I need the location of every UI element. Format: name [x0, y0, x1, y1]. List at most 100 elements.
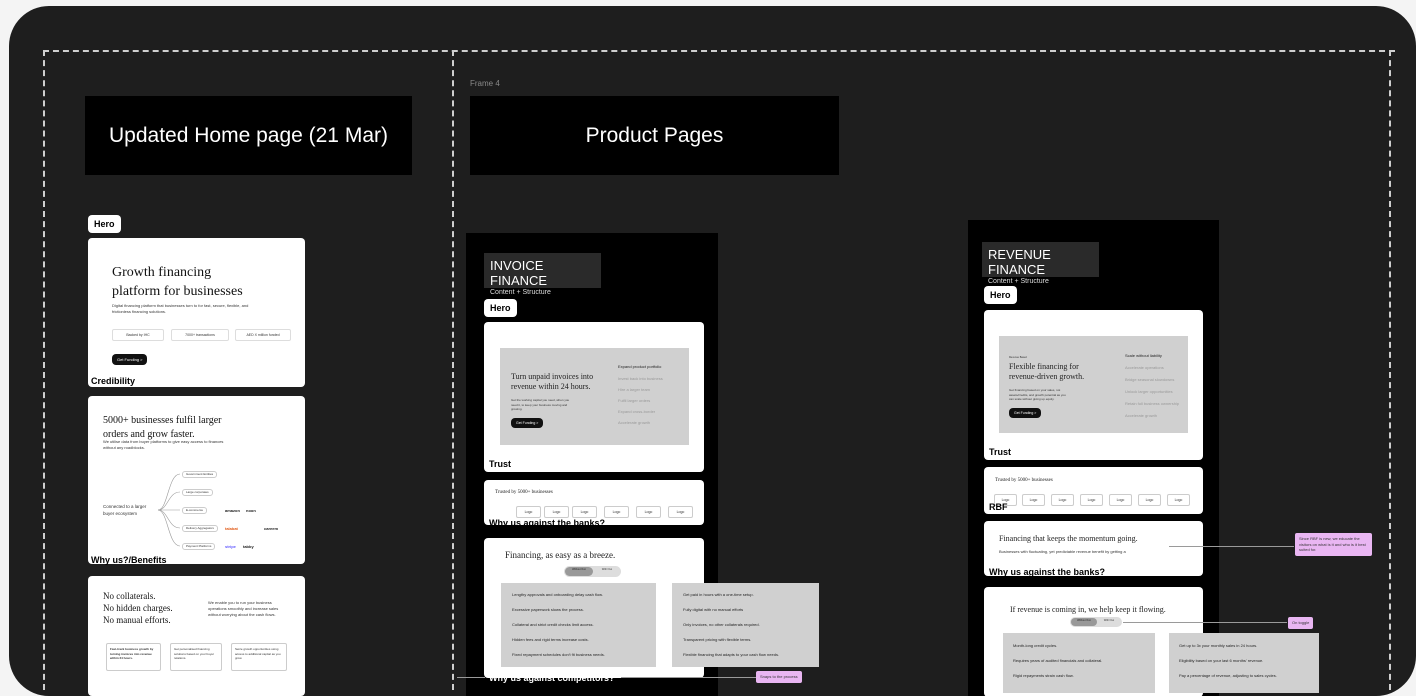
section-border-top [43, 50, 1395, 52]
momentum-heading: Financing that keeps the momentum going. [999, 534, 1138, 543]
home-why-card[interactable]: No collaterals. No hidden charges. No ma… [88, 576, 305, 696]
invoice-right-item: Fulfil larger orders [618, 398, 651, 403]
revenue-comparison-toggle[interactable]: Without Oxo With Oxo [1070, 617, 1122, 627]
toggle-option-with[interactable]: With Oxo [595, 567, 619, 571]
brand-logo: noon [246, 508, 256, 513]
invoice-hero-tag[interactable]: Hero [484, 299, 517, 317]
home-hero-cta-button[interactable]: Get Funding > [112, 354, 148, 365]
revenue-hero-heading: Flexible financing for revenue-driven gr… [1009, 362, 1085, 382]
product-title: Product Pages [585, 123, 724, 147]
revenue-cta-button[interactable]: Get Funding > [1009, 408, 1042, 418]
invoice-cta-button[interactable]: Get Funding > [511, 418, 544, 428]
design-canvas[interactable]: Updated Home page (21 Mar) Frame 4 Produ… [9, 6, 1416, 696]
toggle-option-with[interactable]: With Oxo [1098, 618, 1120, 622]
list-item: Month-long credit cycles. [1013, 643, 1058, 648]
momentum-sub: Businesses with fluctuating, yet predict… [999, 549, 1126, 554]
revenue-hero-mockup: Revenue Based Flexible financing for rev… [999, 336, 1188, 433]
brand-logo: careem [264, 526, 279, 531]
revenue-hero-tag[interactable]: Hero [984, 286, 1017, 304]
product-title-block[interactable]: Product Pages [470, 96, 839, 175]
logo-placeholder: Logo [1051, 494, 1074, 506]
revenue-subtitle: Content + Structure [988, 278, 1049, 285]
home-hero-sub: Digital financing platform that business… [112, 303, 249, 314]
why-sub: We enable you to run your business opera… [208, 600, 279, 617]
ecosystem-branch: Delivery Aggregators [182, 525, 218, 532]
ecosystem-label: Connected to a larger buyer ecosystem [103, 504, 147, 516]
invoice-right-item: Expand cross-border [618, 409, 656, 414]
why-line: No hidden charges. [103, 603, 173, 614]
brand-logo: amazon [225, 508, 240, 513]
invoice-hero-card[interactable]: Turn unpaid invoices into revenue within… [484, 322, 704, 472]
logo-placeholder: Logo [544, 506, 569, 518]
list-item: Transparent pricing with flexible terms. [683, 637, 752, 642]
brand-logo: tabby [243, 544, 254, 549]
invoice-right-item: Accelerate growth [618, 420, 651, 425]
why-line: No collaterals. [103, 591, 156, 601]
list-item: Get up to 3x your monthly sales in 24 ho… [1179, 643, 1258, 648]
why-box: Seize growth opportunities using access … [231, 643, 287, 671]
ecosystem-branch: E-commerce [182, 507, 208, 514]
revenue-trust-card[interactable]: Trusted by 5000+ businesses Logo Logo Lo… [984, 467, 1203, 514]
revenue-rbf-tag[interactable]: RBF [989, 502, 1008, 512]
toggle-note[interactable]: On toggle [1288, 617, 1314, 629]
list-item: Rigid repayments strain cash flow. [1013, 673, 1074, 678]
flow-heading: If revenue is coming in, we help keep it… [1010, 605, 1166, 614]
rbf-note[interactable]: Since RBF is new, we educate the visitor… [1295, 533, 1372, 556]
invoice-why-banks-tag[interactable]: Why us against the banks? [489, 518, 605, 528]
logo-placeholder: Logo [636, 506, 661, 518]
brand-logo: talabat [225, 526, 238, 531]
cred-sub: We utilise data from buyer platforms to … [103, 439, 224, 450]
home-hero-tag[interactable]: Hero [88, 215, 121, 233]
invoice-with-list: Get paid in hours with a one-time setup.… [672, 583, 819, 667]
toggle-option-without[interactable]: Without Oxo [1071, 618, 1097, 626]
ecosystem-branch: Government Entities [182, 471, 218, 478]
home-credibility-card[interactable]: 5000+ businesses fulfil larger orders an… [88, 396, 305, 564]
revenue-why-banks-tag[interactable]: Why us against the banks? [989, 567, 1105, 577]
connector-line [457, 677, 485, 678]
revenue-right-item: Accelerate growth [1125, 413, 1158, 418]
invoice-subtitle: Content + Structure [490, 289, 551, 296]
invoice-title: INVOICE FINANCE [490, 258, 548, 288]
list-item: Fixed repayment schedules don't fit busi… [512, 652, 605, 657]
why-box: Get personalised financing solutions bas… [170, 643, 222, 671]
connector-line [1169, 546, 1294, 547]
section-border-left [43, 50, 45, 690]
invoice-hero-mockup: Turn unpaid invoices into revenue within… [500, 348, 689, 445]
invoice-comparison-toggle[interactable]: Without Oxo With Oxo [564, 566, 621, 577]
stat-pill: AED X million funded [235, 329, 291, 341]
home-credibility-tag[interactable]: Credibility [91, 376, 135, 386]
home-hero-heading-line1: Growth financing [112, 265, 212, 280]
frame-label[interactable]: Frame 4 [470, 79, 500, 88]
home-why-tag[interactable]: Why us?/Benefits [91, 555, 167, 565]
section-border-middle [452, 50, 454, 690]
revenue-trust-tag[interactable]: Trust [989, 447, 1011, 457]
list-item: Collateral and strict credit checks limi… [512, 622, 594, 627]
revenue-eyebrow: Revenue Based [1009, 356, 1027, 359]
revenue-right-item: Unlock larger opportunities [1125, 389, 1173, 394]
connector-line [621, 677, 756, 678]
revenue-without-list: Month-long credit cycles. Requires years… [1003, 633, 1155, 693]
list-item: Fully digital with no manual efforts [683, 607, 744, 612]
list-item: Hidden fees and rigid terms increase cos… [512, 637, 589, 642]
logo-placeholder: Logo [1109, 494, 1132, 506]
invoice-right-item: Invest back into business [618, 376, 663, 381]
invoice-title-badge[interactable]: INVOICE FINANCE Content + Structure [484, 253, 601, 296]
home-title-block[interactable]: Updated Home page (21 Mar) [85, 96, 412, 175]
invoice-hero-heading: Turn unpaid invoices into revenue within… [511, 372, 594, 392]
revenue-title: REVENUE FINANCE [988, 247, 1051, 277]
invoice-trust-tag[interactable]: Trust [489, 459, 511, 469]
snaps-note[interactable]: Snaps to the process [756, 671, 802, 683]
list-item: Only invoices, no other collaterals requ… [683, 622, 760, 627]
revenue-with-list: Get up to 3x your monthly sales in 24 ho… [1169, 633, 1319, 693]
invoice-right-item: Hire a larger team [618, 387, 651, 392]
invoice-without-list: Lengthy approvals and onboarding delay c… [501, 583, 656, 667]
toggle-option-without[interactable]: Without Oxo [565, 567, 593, 576]
list-item: Requires years of audited financials and… [1013, 658, 1103, 663]
invoice-competitors-tag[interactable]: Why us against competitors? [489, 673, 615, 683]
revenue-hero-card[interactable]: Revenue Based Flexible financing for rev… [984, 310, 1203, 460]
logo-placeholder: Logo [1080, 494, 1103, 506]
home-title: Updated Home page (21 Mar) [109, 123, 388, 147]
home-hero-card[interactable]: Growth financing platform for businesses… [88, 238, 305, 387]
revenue-trusted-by: Trusted by 5000+ businesses [995, 478, 1053, 483]
revenue-title-badge[interactable]: REVENUE FINANCE Content + Structure [982, 242, 1099, 285]
